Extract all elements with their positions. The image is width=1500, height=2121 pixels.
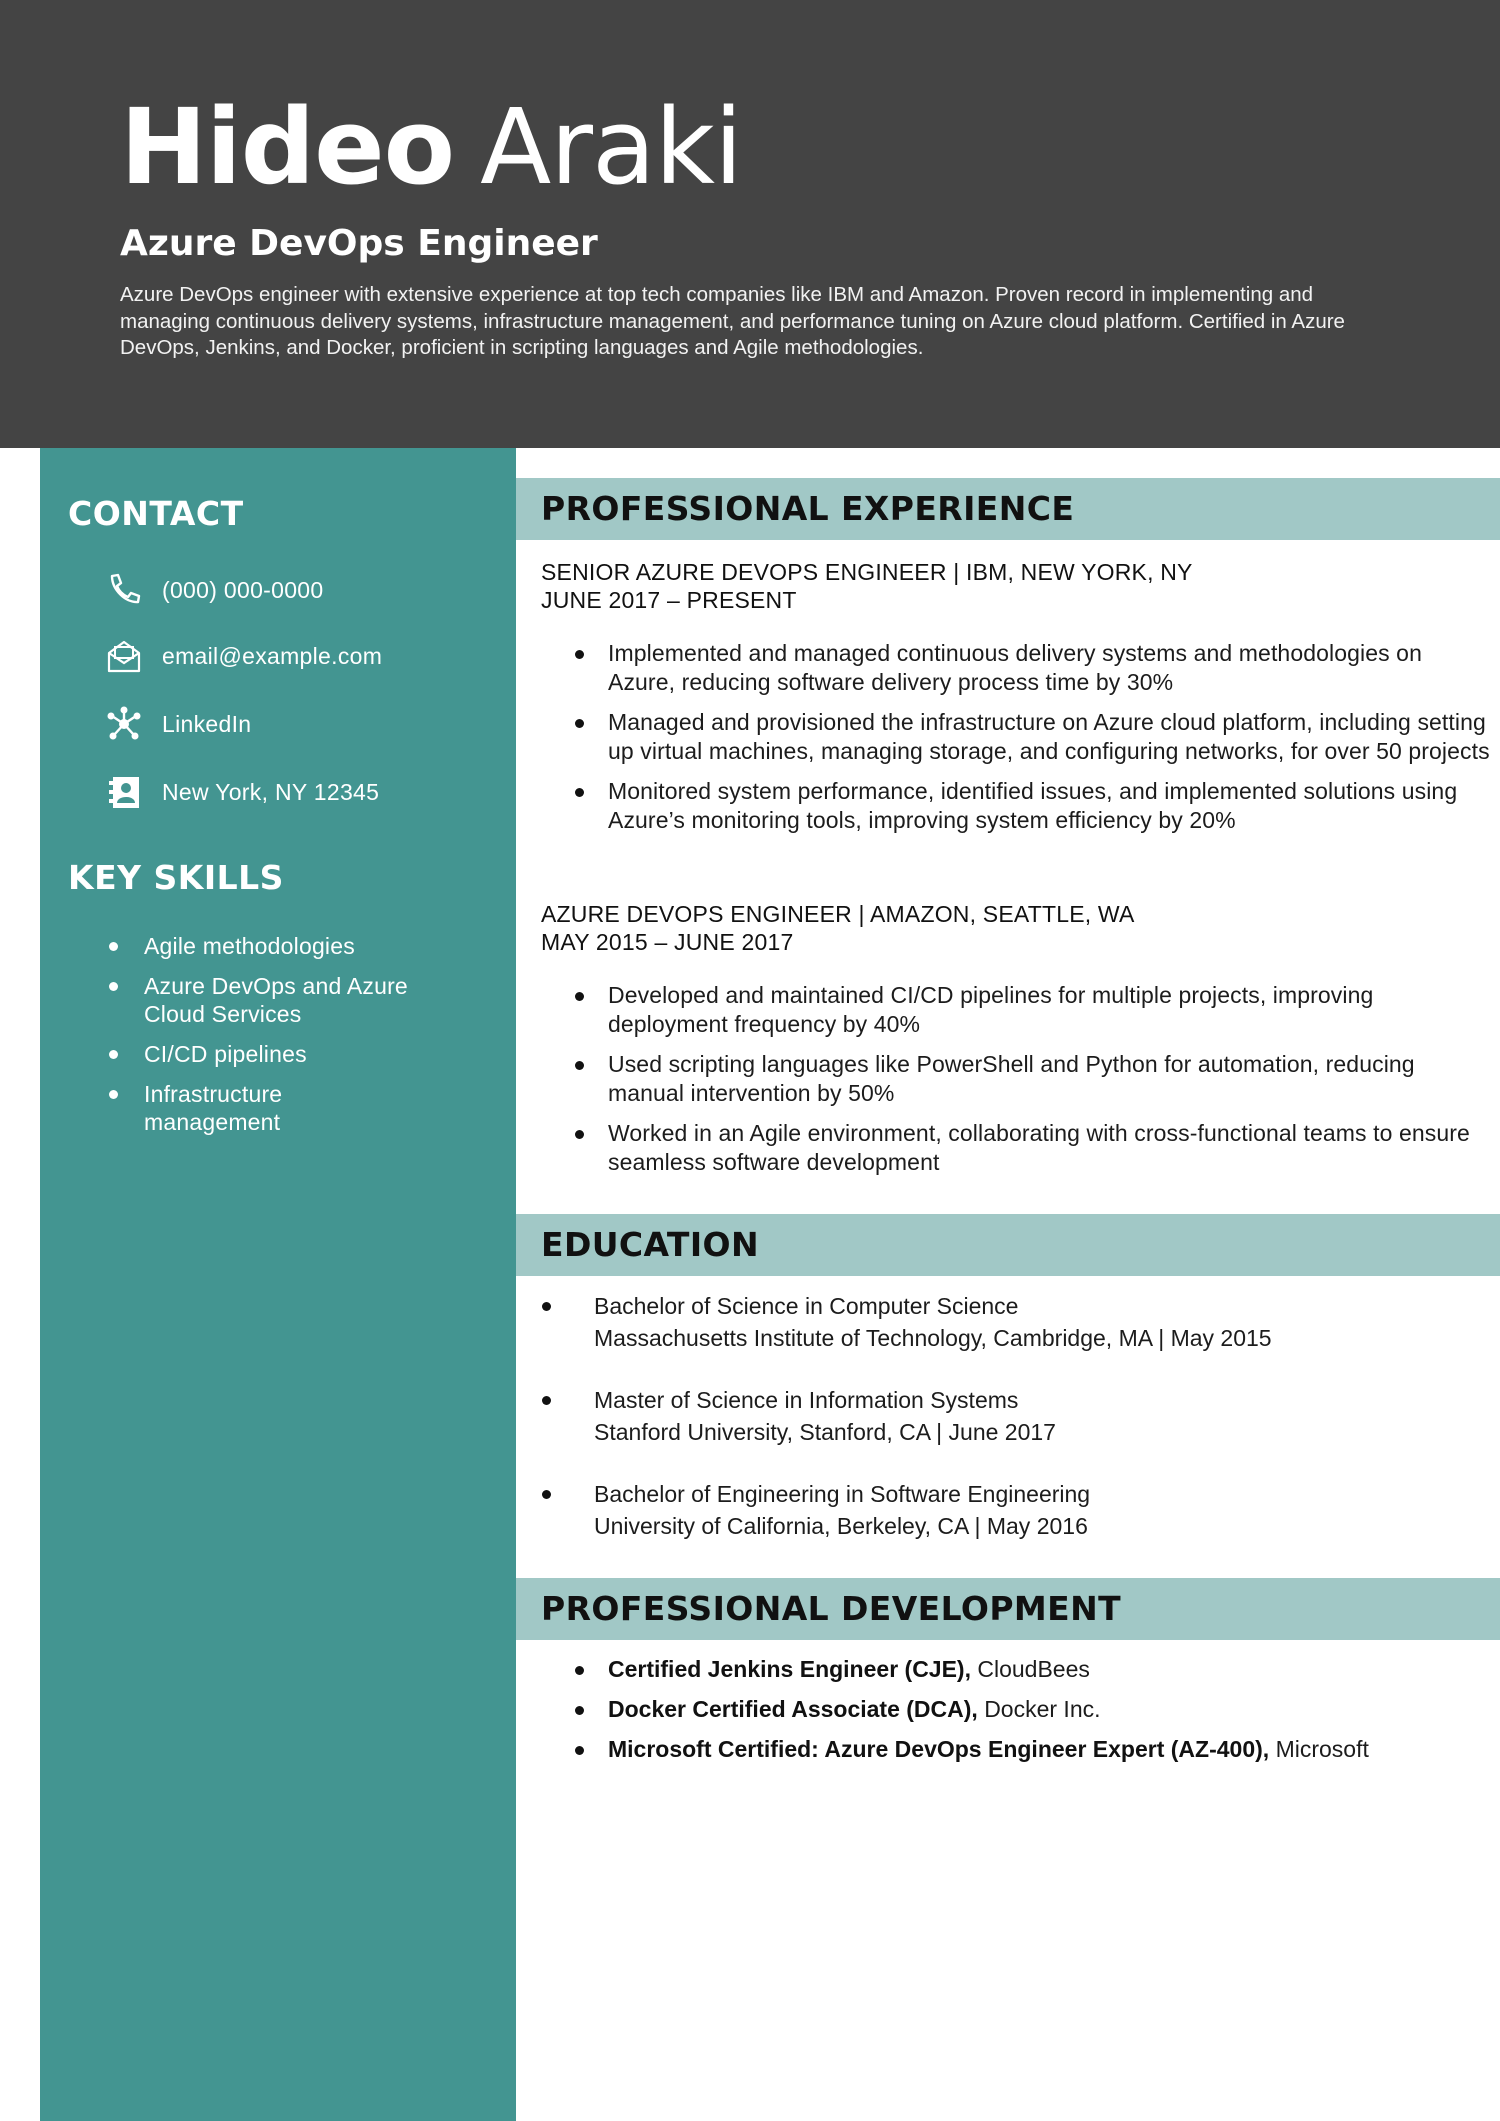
certification-issuer: CloudBees (977, 1656, 1090, 1682)
job-bullet: Used scripting languages like PowerShell… (572, 1050, 1492, 1108)
experience-section-band: PROFESSIONAL EXPERIENCE (516, 478, 1500, 540)
development-section-band: PROFESSIONAL DEVELOPMENT (516, 1578, 1500, 1640)
degree: Bachelor of Engineering in Software Engi… (594, 1481, 1091, 1507)
job-bullet: Developed and maintained CI/CD pipelines… (572, 981, 1492, 1039)
last-name: Araki (480, 86, 743, 208)
address-text: New York, NY 12345 (162, 778, 380, 805)
school: University of California, Berkeley, CA |… (594, 1513, 1088, 1539)
degree: Bachelor of Science in Computer Science (594, 1293, 1019, 1319)
first-name: Hideo (120, 86, 455, 208)
development-heading: PROFESSIONAL DEVELOPMENT (541, 1589, 1122, 1628)
contact-linkedin: LinkedIn (106, 704, 251, 744)
education-section-band: EDUCATION (516, 1214, 1500, 1276)
degree: Master of Science in Information Systems (594, 1387, 1019, 1413)
email-address: email@example.com (162, 642, 383, 669)
certification-issuer: Microsoft (1275, 1736, 1369, 1762)
certification-item: Docker Certified Associate (DCA), Docker… (572, 1695, 1492, 1724)
certification-item: Microsoft Certified: Azure DevOps Engine… (572, 1735, 1492, 1764)
job-dates: MAY 2015 – JUNE 2017 (541, 929, 794, 955)
education-entry: Master of Science in Information Systems… (540, 1384, 1500, 1448)
skill-item: CI/CD pipelines (106, 1040, 506, 1068)
skill-item: Infrastructure management (106, 1080, 324, 1136)
certification-list: Certified Jenkins Engineer (CJE), CloudB… (572, 1655, 1492, 1775)
skill-item: Agile methodologies (106, 932, 506, 960)
education-entry: Bachelor of Engineering in Software Engi… (540, 1478, 1500, 1542)
skill-item: Azure DevOps and Azure Cloud Services (106, 972, 434, 1028)
job-bullet: Monitored system performance, identified… (572, 777, 1492, 835)
job-title: Azure DevOps Engineer (120, 223, 598, 264)
job-bullet: Managed and provisioned the infrastructu… (572, 708, 1492, 766)
education-entry: Bachelor of Science in Computer Science … (540, 1290, 1500, 1354)
job-title-line: AZURE DEVOPS ENGINEER | AMAZON, SEATTLE,… (541, 901, 1135, 927)
address-card-icon (106, 774, 142, 810)
job-bullets: Developed and maintained CI/CD pipelines… (572, 981, 1492, 1188)
school: Massachusetts Institute of Technology, C… (594, 1325, 1272, 1351)
school: Stanford University, Stanford, CA | June… (594, 1419, 1056, 1445)
education-heading: EDUCATION (541, 1225, 759, 1264)
skills-list: Agile methodologies Azure DevOps and Azu… (106, 932, 506, 1148)
contact-email: email@example.com (106, 636, 382, 676)
resume-header: Hideo Araki Azure DevOps Engineer Azure D… (0, 0, 1500, 448)
job-bullet: Implemented and managed continuous deliv… (572, 639, 1492, 697)
job-bullets: Implemented and managed continuous deliv… (572, 639, 1492, 846)
email-icon (106, 638, 142, 674)
sidebar: CONTACT (000) 000-0000 email@example.com… (40, 448, 516, 2121)
candidate-name: Hideo Araki (120, 82, 743, 212)
contact-phone: (000) 000-0000 (106, 570, 323, 610)
experience-heading: PROFESSIONAL EXPERIENCE (541, 489, 1075, 528)
certification-item: Certified Jenkins Engineer (CJE), CloudB… (572, 1655, 1492, 1684)
certification-name: Docker Certified Associate (DCA), (608, 1696, 978, 1722)
job-title-line: SENIOR AZURE DEVOPS ENGINEER | IBM, NEW … (541, 559, 1193, 585)
contact-address: New York, NY 12345 (106, 772, 379, 812)
linkedin-label: LinkedIn (162, 710, 252, 737)
skills-heading: KEY SKILLS (68, 858, 284, 897)
phone-icon (106, 572, 142, 608)
certification-name: Microsoft Certified: Azure DevOps Engine… (608, 1736, 1270, 1762)
linkedin-network-icon (106, 706, 142, 742)
summary-paragraph: Azure DevOps engineer with extensive exp… (120, 283, 1345, 359)
job-dates: JUNE 2017 – PRESENT (541, 587, 797, 613)
certification-name: Certified Jenkins Engineer (CJE), (608, 1656, 971, 1682)
phone-number: (000) 000-0000 (162, 576, 324, 603)
contact-heading: CONTACT (68, 494, 244, 533)
certification-issuer: Docker Inc. (984, 1696, 1101, 1722)
job-bullet: Worked in an Agile environment, collabor… (572, 1119, 1492, 1177)
